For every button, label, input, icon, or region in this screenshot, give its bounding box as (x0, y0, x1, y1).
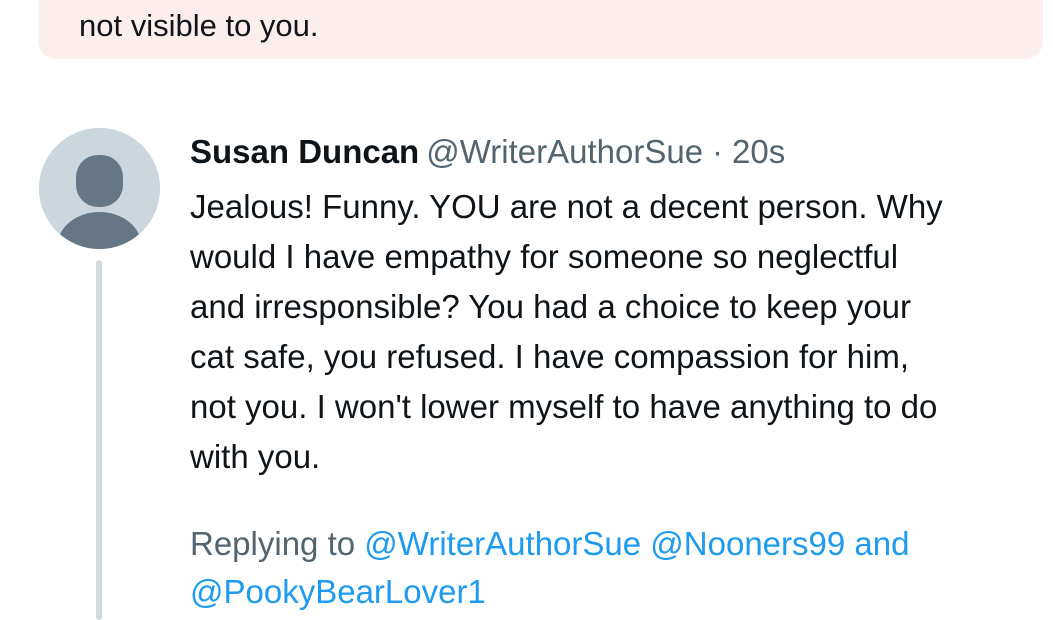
mention-link[interactable]: @PookyBearLover1 (190, 573, 486, 610)
replying-to: Replying to @WriterAuthorSue @Nooners99 … (190, 520, 1040, 616)
mention-link[interactable]: @Nooners99 (650, 525, 845, 562)
thread-line (96, 260, 102, 620)
display-name[interactable]: Susan Duncan (190, 133, 419, 170)
user-handle[interactable]: @WriterAuthorSue (426, 133, 703, 170)
tweet-text-line: not you. I won't lower myself to have an… (190, 388, 938, 425)
tweet-text-line: with you. (190, 438, 321, 475)
mention-link[interactable]: @WriterAuthorSue (364, 525, 641, 562)
replying-to-label: Replying to (190, 525, 356, 562)
tweet-text-line: cat safe, you refused. I have compassion… (190, 338, 910, 375)
tweet-text: Jealous! Funny. YOU are not a decent per… (190, 182, 1040, 482)
tweet-text-line: and irresponsible? You had a choice to k… (190, 288, 912, 325)
default-profile-icon (39, 128, 160, 249)
tweet-text-line: would I have empathy for someone so negl… (190, 238, 899, 275)
avatar[interactable] (39, 128, 160, 249)
mention-conjunction: and (854, 525, 910, 562)
notice-banner: not visible to you. (38, 0, 1043, 59)
tweet-text-line: Jealous! Funny. YOU are not a decent per… (190, 188, 943, 225)
separator-dot: · (712, 133, 724, 170)
timestamp[interactable]: 20s (732, 133, 785, 170)
tweet-header: Susan Duncan @WriterAuthorSue · 20s (190, 131, 785, 173)
notice-text: not visible to you. (79, 8, 319, 43)
